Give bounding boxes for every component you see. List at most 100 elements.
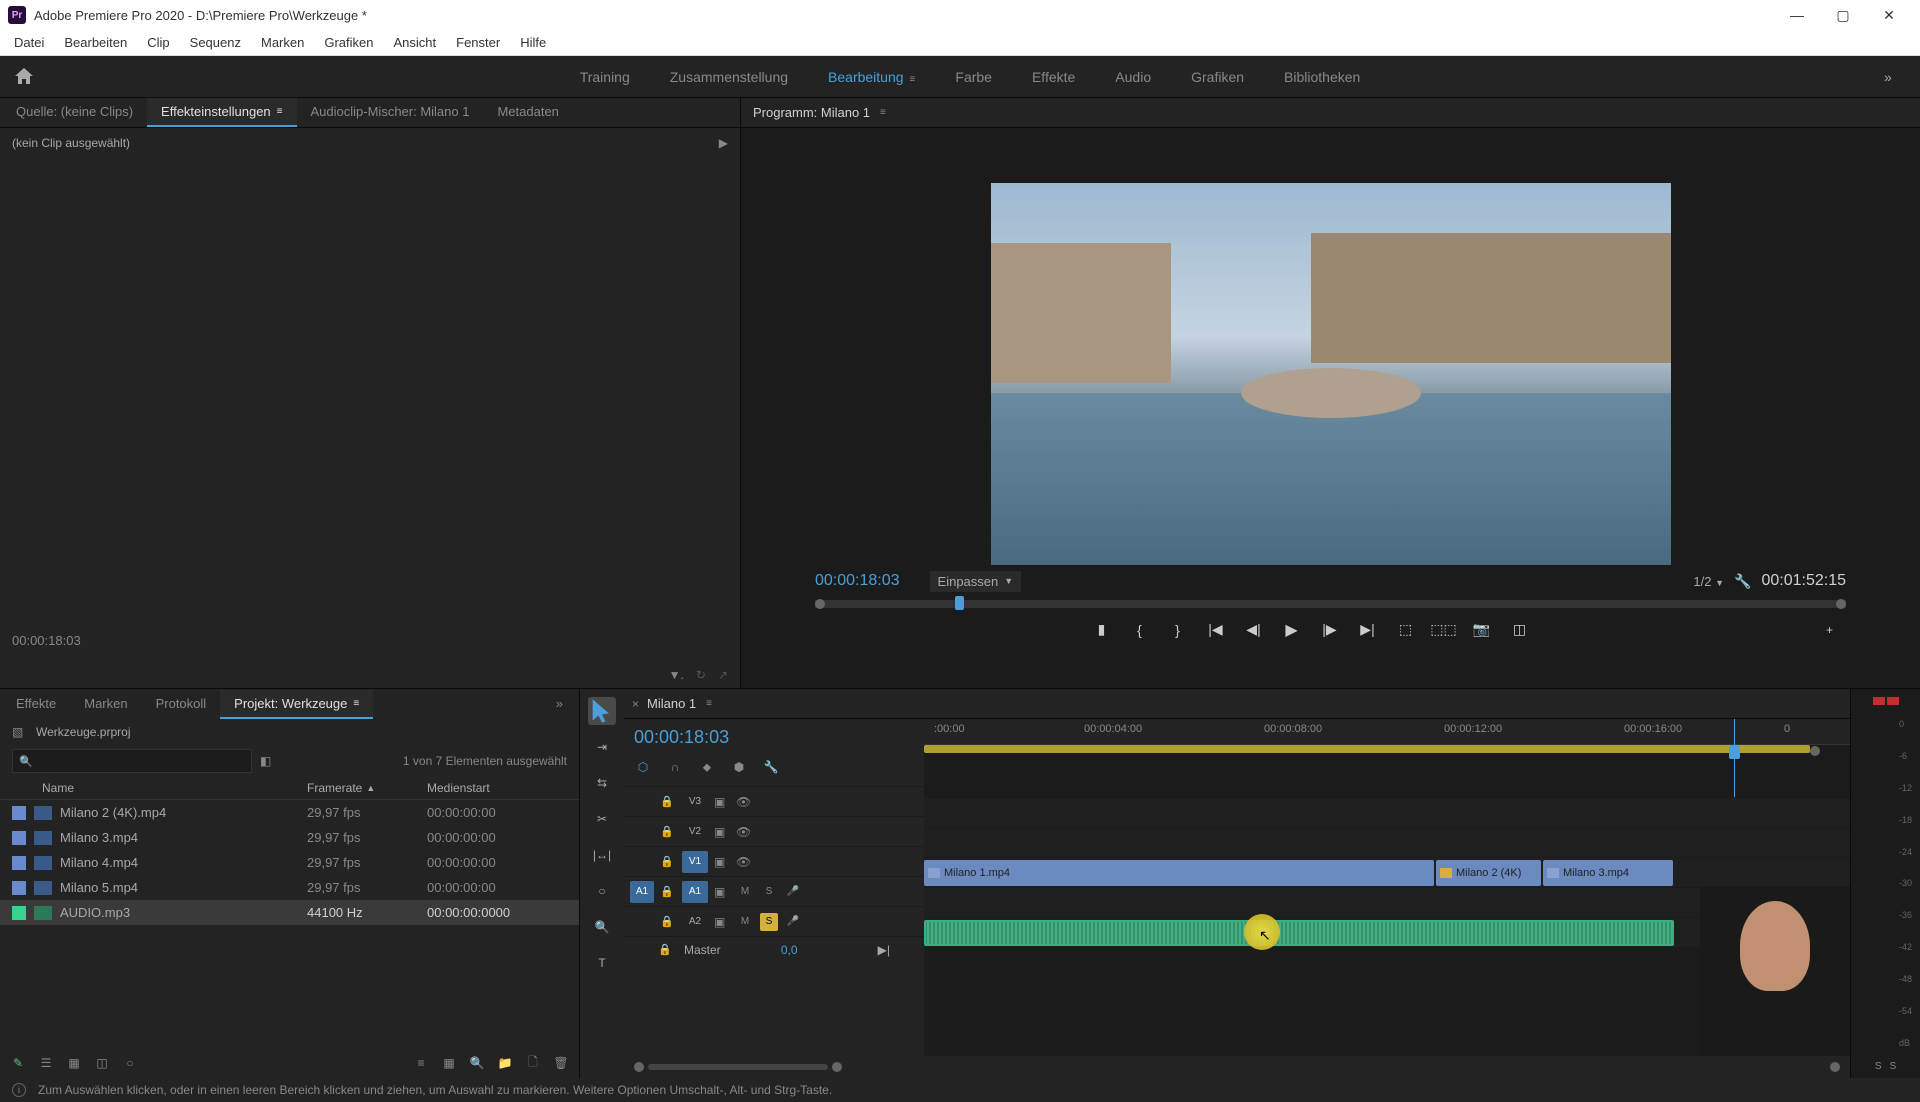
timeline-tracks-area[interactable]: :00:00 00:00:04:00 00:00:08:00 00:00:12:… <box>924 719 1850 1056</box>
goto-icon[interactable]: ▶| <box>878 943 890 957</box>
freeform-view-icon[interactable]: ◫ <box>94 1055 110 1071</box>
time-ruler[interactable]: :00:00 00:00:04:00 00:00:08:00 00:00:12:… <box>924 719 1850 745</box>
hand-tool[interactable]: 🔍 <box>588 913 616 941</box>
video-clip[interactable]: Milano 2 (4K) <box>1436 860 1541 886</box>
tab-metadaten[interactable]: Metadaten <box>483 98 572 127</box>
mark-out-button[interactable]: } <box>1168 620 1188 640</box>
track-select-tool[interactable]: ⇥ <box>588 733 616 761</box>
lock-icon[interactable]: 🔒 <box>660 855 676 868</box>
timeline-settings-icon[interactable]: ⬢ <box>730 758 748 776</box>
solo-button[interactable]: S <box>760 883 778 901</box>
track-v2-header[interactable]: 🔒V2▣👁 <box>624 816 924 846</box>
col-name[interactable]: Name <box>12 781 307 795</box>
workspace-overflow-button[interactable]: » <box>1884 69 1908 85</box>
solo-right-button[interactable]: S <box>1890 1061 1897 1072</box>
track-v3-header[interactable]: 🔒V3▣👁 <box>624 786 924 816</box>
lift-button[interactable]: ⬚ <box>1396 620 1416 640</box>
mute-button[interactable]: M <box>736 913 754 931</box>
workspace-effekte[interactable]: Effekte <box>1032 65 1075 89</box>
export-icon[interactable]: ↗ <box>718 668 728 682</box>
export-frame-button[interactable]: 📷 <box>1472 620 1492 640</box>
play-button[interactable]: ▶ <box>1282 620 1302 640</box>
filter-bin-icon[interactable]: ◧ <box>260 754 271 768</box>
new-item-icon[interactable]: 🗋 <box>525 1055 541 1071</box>
razor-tool[interactable]: ✂ <box>588 805 616 833</box>
maximize-button[interactable]: ▢ <box>1820 0 1866 30</box>
step-back-button[interactable]: ◀| <box>1244 620 1264 640</box>
solo-left-button[interactable]: S <box>1875 1061 1882 1072</box>
voiceover-icon[interactable]: 🎤 <box>784 913 802 931</box>
workspace-farbe[interactable]: Farbe <box>955 65 992 89</box>
workspace-zusammenstellung[interactable]: Zusammenstellung <box>670 65 788 89</box>
tab-effekte[interactable]: Effekte <box>2 690 70 719</box>
tab-marken[interactable]: Marken <box>70 690 141 719</box>
filter-icon[interactable]: ▼. <box>669 668 684 682</box>
list-item[interactable]: Milano 4.mp429,97 fps00:00:00:00 <box>0 850 579 875</box>
menu-datei[interactable]: Datei <box>4 31 54 54</box>
minimize-button[interactable]: — <box>1774 0 1820 30</box>
menu-bearbeiten[interactable]: Bearbeiten <box>54 31 137 54</box>
sync-lock-icon[interactable]: ▣ <box>714 885 730 899</box>
lock-icon[interactable]: 🔒 <box>660 795 676 808</box>
extract-button[interactable]: ⬚⬚ <box>1434 620 1454 640</box>
menu-ansicht[interactable]: Ansicht <box>383 31 446 54</box>
mute-button[interactable]: M <box>736 883 754 901</box>
track-a1-header[interactable]: A1🔒A1▣MS🎤 <box>624 876 924 906</box>
step-forward-button[interactable]: |▶ <box>1320 620 1340 640</box>
work-area-bar[interactable] <box>924 745 1810 753</box>
tab-protokoll[interactable]: Protokoll <box>142 690 221 719</box>
icon-view-icon[interactable]: ▦ <box>66 1055 82 1071</box>
track-v1-header[interactable]: 🔒V1▣👁 <box>624 846 924 876</box>
voiceover-icon[interactable]: 🎤 <box>784 883 802 901</box>
tab-quelle[interactable]: Quelle: (keine Clips) <box>2 98 147 127</box>
workspace-menu-icon[interactable]: ≡ <box>910 74 916 85</box>
fit-dropdown[interactable]: Einpassen▼ <box>930 571 1022 592</box>
scrub-handle-left[interactable] <box>815 599 825 609</box>
fx-timecode[interactable]: 00:00:18:03 <box>12 627 728 654</box>
workspace-audio[interactable]: Audio <box>1115 65 1151 89</box>
lock-icon[interactable]: 🔒 <box>660 885 676 898</box>
write-mode-icon[interactable]: ✎ <box>10 1055 26 1071</box>
lock-icon[interactable]: 🔒 <box>658 943 674 956</box>
program-scrubber[interactable] <box>801 598 1860 610</box>
program-timecode-current[interactable]: 00:00:18:03 <box>815 572 900 590</box>
tab-effekteinstellungen[interactable]: Effekteinstellungen≡ <box>147 98 296 127</box>
workspace-training[interactable]: Training <box>580 65 630 89</box>
wrench-icon[interactable]: 🔧 <box>762 758 780 776</box>
loop-icon[interactable]: ↻ <box>696 668 706 682</box>
video-clip[interactable]: Milano 3.mp4 <box>1543 860 1673 886</box>
workspace-grafiken[interactable]: Grafiken <box>1191 65 1244 89</box>
go-to-in-button[interactable]: |◀ <box>1206 620 1226 640</box>
comparison-view-button[interactable]: ◫ <box>1510 620 1530 640</box>
panel-menu-icon[interactable]: ≡ <box>353 698 359 709</box>
type-tool[interactable]: T <box>588 949 616 977</box>
list-item[interactable]: Milano 3.mp429,97 fps00:00:00:00 <box>0 825 579 850</box>
add-marker-icon[interactable]: ⬥ <box>698 758 716 776</box>
resolution-dropdown[interactable]: 1/2 ▼ <box>1693 574 1724 589</box>
tab-projekt[interactable]: Projekt: Werkzeuge≡ <box>220 690 373 719</box>
button-editor-icon[interactable]: + <box>1826 623 1846 637</box>
video-clip[interactable]: Milano 1.mp4 <box>924 860 1434 886</box>
lock-icon[interactable]: 🔒 <box>660 915 676 928</box>
timeline-zoom-bar[interactable] <box>624 1056 1850 1078</box>
slip-tool[interactable]: |↔| <box>588 841 616 869</box>
scrub-handle-right[interactable] <box>1836 599 1846 609</box>
workspace-bibliotheken[interactable]: Bibliotheken <box>1284 65 1360 89</box>
project-overflow-button[interactable]: » <box>542 690 577 719</box>
delete-icon[interactable]: 🗑 <box>553 1055 569 1071</box>
workspace-bearbeitung[interactable]: Bearbeitung≡ <box>828 65 915 89</box>
new-bin-icon[interactable]: 📁 <box>497 1055 513 1071</box>
toggle-timeline-view-icon[interactable]: ▶ <box>719 136 728 150</box>
pen-tool[interactable]: ○ <box>588 877 616 905</box>
eye-icon[interactable]: 👁 <box>736 825 752 839</box>
sync-lock-icon[interactable]: ▣ <box>714 855 730 869</box>
master-track-header[interactable]: 🔒Master0,0▶| <box>624 936 924 962</box>
lock-icon[interactable]: 🔒 <box>660 825 676 838</box>
add-marker-button[interactable]: ▮ <box>1092 620 1112 640</box>
mark-in-button[interactable]: { <box>1130 620 1150 640</box>
ripple-edit-tool[interactable]: ⇆ <box>588 769 616 797</box>
find-icon[interactable]: 🔍 <box>469 1055 485 1071</box>
audio-clip[interactable] <box>924 920 1674 946</box>
sync-lock-icon[interactable]: ▣ <box>714 915 730 929</box>
tab-audioclip-mischer[interactable]: Audioclip-Mischer: Milano 1 <box>297 98 484 127</box>
